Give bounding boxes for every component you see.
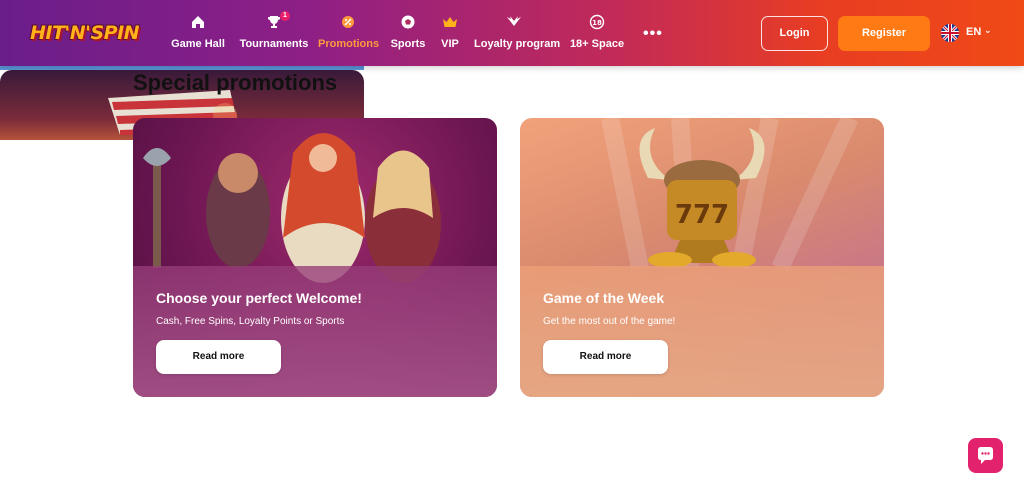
promo-card-welcome[interactable]: Choose your perfect Welcome! Cash, Free … [133,118,497,397]
nav-label: Sports [390,38,426,50]
language-code: EN [966,26,982,38]
chat-bubble-icon [978,447,993,464]
nav-label: 18+ Space [569,38,625,50]
nav-label: Game Hall [171,38,225,50]
read-more-button[interactable]: Read more [156,340,281,374]
svg-text:18: 18 [592,19,602,27]
chevron-down-icon: ⌄ [984,25,992,35]
card-info-panel [520,266,884,397]
register-button[interactable]: Register [838,16,930,51]
nav-label: VIP [441,38,459,50]
nav-item-vip[interactable]: VIP [438,14,462,56]
promo-icon [342,16,354,28]
card-subtitle: Cash, Free Spins, Loyalty Points or Spor… [156,316,345,327]
read-more-button[interactable]: Read more [543,340,668,374]
home-icon [192,16,204,28]
crown-icon [443,17,457,27]
more-menu-button[interactable]: ••• [643,25,663,43]
svg-text:777: 777 [675,200,729,230]
nav-label: Promotions [318,38,380,50]
age-18-icon: 18 [589,14,605,30]
card-subtitle: Get the most out of the game! [543,316,676,327]
notification-badge: 1 [280,11,290,21]
nav-item-promotions[interactable]: Promotions [318,14,380,56]
page-title: Special promotions [133,70,338,95]
logo[interactable]: HIT'N'SPIN [30,19,146,47]
ball-icon [401,15,415,29]
nav-item-game-hall[interactable]: Game Hall [166,14,230,56]
login-button[interactable]: Login [761,16,828,51]
promo-card-game-of-week[interactable]: 777 Game of the Week Get the most out of… [520,118,884,397]
card-title: Choose your perfect Welcome! [156,290,362,306]
nav-label: Loyalty program [474,38,561,50]
uk-flag-icon [941,24,959,42]
nav-label: Tournaments [239,38,309,50]
wings-icon [507,16,521,26]
card-title: Game of the Week [543,290,665,306]
site-header: HIT'N'SPIN Game Hall 1 Tournaments Promo… [0,0,1024,66]
chat-widget-button[interactable] [968,438,1003,473]
nav-item-tournaments[interactable]: 1 Tournaments [238,11,310,56]
logo-text: HIT'N'SPIN [30,22,140,44]
nav-item-sports[interactable]: Sports [390,14,426,56]
nav-item-18-plus-space[interactable]: 18 18+ Space [566,14,628,56]
card-info-panel [133,266,497,397]
nav-item-loyalty-program[interactable]: Loyalty program [474,14,561,56]
